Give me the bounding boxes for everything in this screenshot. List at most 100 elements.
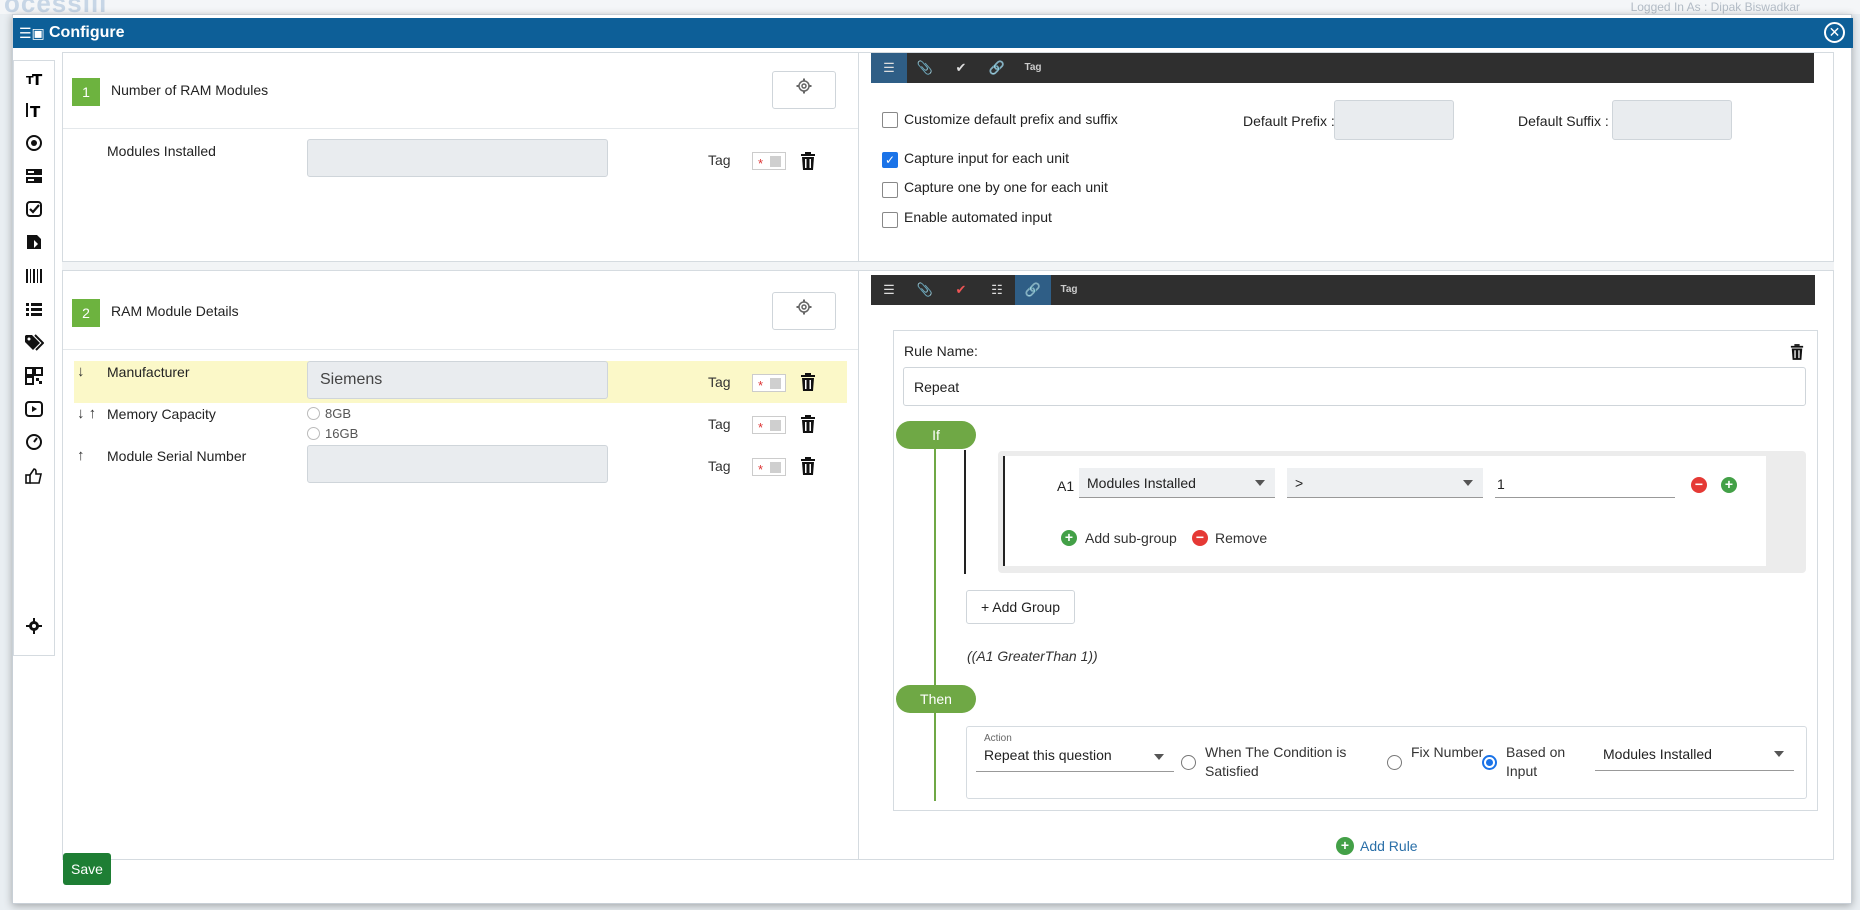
text-icon[interactable]: TT [14, 63, 54, 93]
capture-one-by-one-checkbox[interactable] [882, 182, 898, 198]
delete-rule-icon[interactable] [1790, 344, 1804, 360]
move-arrows[interactable]: ↓ [77, 363, 85, 380]
chevron-down-icon [1154, 754, 1164, 760]
serial-number-input[interactable] [307, 445, 608, 483]
condition-value-input[interactable]: 1 [1495, 468, 1675, 498]
list-icon[interactable]: ☷ [979, 275, 1015, 305]
default-suffix-input[interactable] [1612, 100, 1732, 140]
tags-icon[interactable] [14, 327, 54, 357]
delete-icon[interactable] [800, 415, 816, 433]
fix-number-radio[interactable] [1387, 755, 1402, 770]
option-radio[interactable] [307, 407, 320, 420]
action-value: Repeat this question [984, 747, 1112, 763]
then-pill: Then [896, 685, 976, 713]
add-subgroup-icon[interactable]: + [1061, 530, 1077, 546]
required-toggle[interactable]: * [752, 152, 786, 171]
capture-each-unit-label: Capture input for each unit [904, 150, 1069, 166]
move-arrows[interactable]: ↑ [77, 447, 85, 464]
rule-name-input[interactable]: Repeat [903, 367, 1806, 406]
radio-icon[interactable] [14, 128, 54, 158]
validation-check-icon[interactable]: ✔ [943, 275, 979, 305]
required-star: * [758, 462, 764, 477]
add-subgroup-button[interactable]: Add sub-group [1085, 530, 1177, 546]
add-condition-icon[interactable]: + [1721, 477, 1737, 493]
modal-title: Configure [49, 24, 125, 41]
section-separator [62, 261, 1834, 271]
list-box-icon[interactable] [14, 161, 54, 191]
condition-operator-select[interactable]: > [1287, 468, 1483, 498]
chevron-down-icon [1255, 480, 1265, 486]
default-prefix-input[interactable] [1334, 100, 1454, 140]
based-on-input-label: Based on Input [1506, 744, 1566, 779]
option-label: 8GB [325, 406, 352, 421]
required-star: * [758, 378, 764, 393]
align-icon[interactable]: ☰ [871, 53, 907, 83]
remove-group-icon[interactable]: − [1192, 530, 1208, 546]
required-toggle[interactable]: * [752, 416, 786, 435]
based-on-field-select[interactable]: Modules Installed [1595, 739, 1794, 771]
close-button[interactable]: ✕ [1824, 22, 1845, 43]
field-label: Manufacturer [107, 364, 190, 380]
save-button[interactable]: Save [63, 853, 111, 885]
gauge-icon[interactable] [14, 427, 54, 457]
rule-flow-line [934, 436, 936, 801]
if-pill: If [896, 421, 976, 449]
action-select[interactable]: Repeat this question [976, 742, 1174, 772]
video-icon[interactable] [14, 394, 54, 424]
delete-icon[interactable] [800, 373, 816, 391]
option-radio[interactable] [307, 427, 320, 440]
validation-check-icon[interactable]: ✔ [943, 53, 979, 83]
required-toggle[interactable]: * [752, 458, 786, 477]
default-prefix-label: Default Prefix : [1243, 113, 1335, 129]
link-icon[interactable]: 🔗 [1015, 275, 1051, 305]
thumbs-up-icon[interactable] [14, 461, 54, 491]
checkbox-icon[interactable] [14, 194, 54, 224]
automated-input-checkbox[interactable] [882, 212, 898, 228]
add-group-button[interactable]: + Add Group [966, 590, 1075, 624]
barcode-icon[interactable] [14, 261, 54, 291]
list-icon[interactable] [14, 294, 54, 324]
long-text-icon[interactable]: T [14, 95, 54, 125]
manufacturer-input[interactable]: Siemens [307, 361, 608, 399]
based-on-input-radio[interactable] [1482, 755, 1497, 770]
align-icon[interactable]: ☰ [871, 275, 907, 305]
required-star: * [758, 156, 764, 171]
delete-icon[interactable] [800, 152, 816, 170]
condition-id: A1 [1057, 478, 1075, 494]
default-suffix-label: Default Suffix : [1518, 113, 1609, 129]
condition-field-select[interactable]: Modules Installed [1079, 468, 1275, 498]
question-settings-button[interactable] [772, 71, 836, 109]
link-icon[interactable]: 🔗 [979, 53, 1015, 83]
background-user-info: Logged In As : Dipak Biswadkar [1630, 0, 1800, 14]
svg-text:T: T [30, 103, 41, 119]
attachment-icon[interactable]: 📎 [907, 275, 943, 305]
tag-tab[interactable]: Tag [1051, 275, 1087, 305]
settings-gear-icon[interactable] [14, 611, 54, 641]
add-rule-button[interactable]: Add Rule [1360, 838, 1418, 854]
save-file-icon[interactable] [14, 227, 54, 257]
attachment-icon[interactable]: 📎 [907, 53, 943, 83]
delete-icon[interactable] [800, 457, 816, 475]
remove-group-button[interactable]: Remove [1215, 530, 1267, 546]
field-label: Modules Installed [107, 143, 216, 159]
add-rule-icon[interactable]: + [1336, 837, 1354, 855]
customize-prefix-label: Customize default prefix and suffix [904, 111, 1118, 127]
capture-each-unit-checkbox[interactable]: ✓ [882, 152, 898, 168]
question-settings-button[interactable] [772, 292, 836, 330]
chevron-down-icon [1774, 751, 1784, 757]
when-condition-satisfied-radio[interactable] [1181, 755, 1196, 770]
required-star: * [758, 420, 764, 435]
toggle-square [770, 378, 781, 389]
qr-code-icon[interactable] [14, 361, 54, 391]
tag-tab[interactable]: Tag [1015, 53, 1051, 83]
toggle-square [770, 156, 781, 167]
condition-field-value: Modules Installed [1087, 475, 1196, 491]
question-title: Number of RAM Modules [111, 82, 269, 98]
required-toggle[interactable]: * [752, 374, 786, 393]
customize-prefix-checkbox[interactable] [882, 112, 898, 128]
tag-label: Tag [708, 152, 731, 168]
svg-text:T: T [32, 71, 43, 87]
modules-installed-input[interactable] [307, 139, 608, 177]
move-arrows[interactable]: ↓ ↑ [77, 405, 96, 422]
remove-condition-icon[interactable]: − [1691, 477, 1707, 493]
